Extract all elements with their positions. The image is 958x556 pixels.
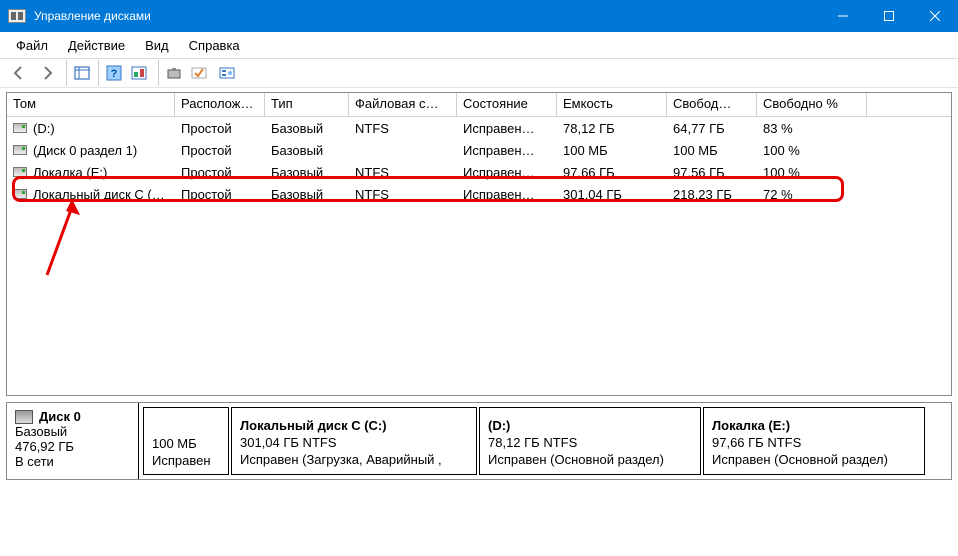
menu-action[interactable]: Действие [58,36,135,55]
col-layout[interactable]: Располож… [175,93,265,116]
volume-name: (Диск 0 раздел 1) [33,143,137,158]
grid-body[interactable]: (D:)ПростойБазовыйNTFSИсправен…78,12 ГБ6… [7,117,951,395]
partition-status: Исправен (Основной раздел) [712,452,916,467]
col-freepct[interactable]: Свободно % [757,93,867,116]
cell-free: 100 МБ [667,143,757,158]
disk-status: В сети [15,454,130,469]
cell-fs: NTFS [349,121,457,136]
app-icon [8,9,26,23]
back-button[interactable] [6,60,32,86]
volume-icon [13,189,27,199]
help-button[interactable]: ? [98,60,124,86]
cell-layout: Простой [175,165,265,180]
apply-button[interactable] [186,60,212,86]
disk-size: 476,92 ГБ [15,439,130,454]
col-type[interactable]: Тип [265,93,349,116]
refresh-button[interactable] [158,60,184,86]
partition-name: Локалка (E:) [712,418,916,433]
disk-label: Диск 0 [39,409,81,424]
cell-layout: Простой [175,121,265,136]
cell-freepct: 100 % [757,143,867,158]
partition-size: 78,12 ГБ NTFS [488,435,692,450]
partition-name: (D:) [488,418,692,433]
volume-name: (D:) [33,121,55,136]
window-title: Управление дисками [34,9,820,23]
svg-text:?: ? [110,68,117,80]
titlebar[interactable]: Управление дисками [0,0,958,32]
partition[interactable]: (D:) 78,12 ГБ NTFS Исправен (Основной разд… [479,407,701,475]
window-controls [820,0,958,32]
partition-size: 100 МБ [152,436,220,451]
cell-freepct: 72 % [757,187,867,202]
settings-button[interactable] [214,60,240,86]
disk-type: Базовый [15,424,130,439]
table-row[interactable]: Локалка (E:)ПростойБазовыйNTFSИсправен…9… [7,161,951,183]
partition-map: 100 МБ Исправен Локальный диск C (C:) 301,0… [139,403,951,479]
col-status[interactable]: Состояние [457,93,557,116]
cell-type: Базовый [265,187,349,202]
partition-size: 97,66 ГБ NTFS [712,435,916,450]
grid-header: Том Располож… Тип Файловая с… Состояние … [7,93,951,117]
action-list-button[interactable] [126,60,152,86]
partition[interactable]: Локальный диск C (C:) 301,04 ГБ NTFS Испра… [231,407,477,475]
cell-type: Базовый [265,143,349,158]
menubar: Файл Действие Вид Справка [0,32,958,58]
volume-icon [13,145,27,155]
col-fs[interactable]: Файловая с… [349,93,457,116]
partition-name: Локальный диск C (C:) [240,418,468,433]
cell-layout: Простой [175,187,265,202]
partition-status: Исправен (Основной раздел) [488,452,692,467]
graphical-view-pane: Диск 0 Базовый 476,92 ГБ В сети 100 МБ Ис… [6,402,952,480]
col-volume[interactable]: Том [7,93,175,116]
partition-status: Исправен [152,453,220,468]
partition-status: Исправен (Загрузка, Аварийный , [240,452,468,467]
partition[interactable]: 100 МБ Исправен [143,407,229,475]
toolbar: ? [0,58,958,88]
menu-view[interactable]: Вид [135,36,179,55]
cell-free: 64,77 ГБ [667,121,757,136]
cell-type: Базовый [265,121,349,136]
cell-free: 218,23 ГБ [667,187,757,202]
partition-size: 301,04 ГБ NTFS [240,435,468,450]
disk-info[interactable]: Диск 0 Базовый 476,92 ГБ В сети [7,403,139,479]
volume-name: Локальный диск C (… [33,187,165,202]
cell-type: Базовый [265,165,349,180]
cell-capacity: 301,04 ГБ [557,187,667,202]
cell-capacity: 78,12 ГБ [557,121,667,136]
cell-freepct: 83 % [757,121,867,136]
cell-layout: Простой [175,143,265,158]
volume-list-pane: Том Располож… Тип Файловая с… Состояние … [6,92,952,396]
volume-icon [13,123,27,133]
col-capacity[interactable]: Емкость [557,93,667,116]
table-row[interactable]: (Диск 0 раздел 1) ПростойБазовый Исправен…… [7,139,951,161]
col-free[interactable]: Свобод… [667,93,757,116]
disk-icon [15,410,33,424]
partition[interactable]: Локалка (E:) 97,66 ГБ NTFS Исправен (Основ… [703,407,925,475]
cell-status: Исправен… [457,187,557,202]
cell-capacity: 97,66 ГБ [557,165,667,180]
cell-status: Исправен… [457,143,557,158]
close-button[interactable] [912,0,958,32]
cell-capacity: 100 МБ [557,143,667,158]
minimize-button[interactable] [820,0,866,32]
cell-status: Исправен… [457,165,557,180]
maximize-button[interactable] [866,0,912,32]
table-row[interactable]: Локальный диск C (… ПростойБазовыйNTFSИсп… [7,183,951,205]
cell-freepct: 100 % [757,165,867,180]
volume-icon [13,167,27,177]
volume-name: Локалка (E:) [33,165,107,180]
cell-fs: NTFS [349,165,457,180]
menu-file[interactable]: Файл [6,36,58,55]
forward-button[interactable] [34,60,60,86]
show-hide-button[interactable] [66,60,92,86]
cell-status: Исправен… [457,121,557,136]
cell-fs: NTFS [349,187,457,202]
menu-help[interactable]: Справка [179,36,250,55]
table-row[interactable]: (D:) ПростойБазовыйNTFSИсправен…78,12 ГБ6… [7,117,951,139]
cell-free: 97,56 ГБ [667,165,757,180]
